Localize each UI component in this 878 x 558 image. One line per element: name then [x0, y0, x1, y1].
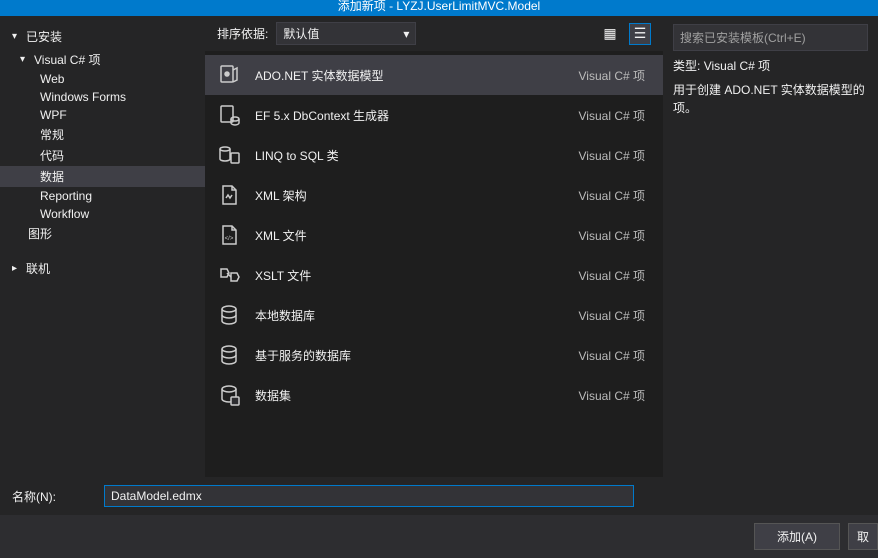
template-language: Visual C# 项	[579, 267, 651, 284]
db-icon	[217, 343, 241, 367]
grid-icon: ▦	[603, 25, 616, 42]
name-input[interactable]	[104, 485, 634, 507]
category-label: 图形	[28, 225, 52, 242]
button-bar: 添加(A) 取	[0, 515, 878, 558]
template-item[interactable]: 基于服务的数据库 Visual C# 项	[205, 335, 663, 375]
template-list: ADO.NET 实体数据模型Visual C# 项EF 5.x DbContex…	[205, 51, 663, 477]
chevron-right-icon: ▸	[12, 263, 22, 274]
xslt-icon	[217, 263, 241, 287]
template-language: Visual C# 项	[579, 107, 651, 124]
chevron-down-icon: ▾	[403, 27, 409, 41]
tree-item[interactable]: 常规	[0, 124, 205, 145]
tree-item[interactable]: 数据	[0, 166, 205, 187]
tree-online[interactable]: ▸ 联机	[0, 256, 205, 281]
dbcontext-icon	[217, 103, 241, 127]
list-icon: ☰	[634, 25, 647, 42]
tree-graphics[interactable]: 图形	[0, 223, 205, 244]
chevron-down-icon: ▾	[20, 54, 30, 65]
linq-icon	[217, 143, 241, 167]
template-name: 数据集	[255, 387, 565, 404]
tree-item[interactable]: Windows Forms	[0, 88, 205, 106]
xml-icon: </>	[217, 223, 241, 247]
type-value: Visual C# 项	[704, 59, 770, 73]
template-item[interactable]: ADO.NET 实体数据模型 Visual C# 项	[205, 55, 663, 95]
tree-item-label: Reporting	[40, 189, 92, 203]
tree-item-label: WPF	[40, 108, 67, 122]
svg-text:</>: </>	[225, 236, 234, 242]
tree-item[interactable]: Reporting	[0, 187, 205, 205]
template-name: XML 架构	[255, 187, 565, 204]
template-panel: 排序依据: 默认值 ▾ ▦ ☰ ADO.NET 实体数据模型 Visual C# …	[205, 16, 663, 477]
tree-visual-csharp[interactable]: ▾ Visual C# 项	[0, 49, 205, 70]
tree-item-label: 常规	[40, 126, 64, 143]
tree-item[interactable]: Workflow	[0, 205, 205, 223]
tree-item-label: Windows Forms	[40, 90, 126, 104]
template-language: Visual C# 项	[579, 387, 651, 404]
entity-icon	[217, 63, 241, 87]
template-language: Visual C# 项	[579, 147, 651, 164]
dataset-icon	[217, 383, 241, 407]
template-item[interactable]: XSLT 文件 Visual C# 项	[205, 255, 663, 295]
template-name: LINQ to SQL 类	[255, 147, 565, 164]
category-label: Visual C# 项	[34, 51, 100, 68]
name-row: 名称(N):	[0, 477, 878, 515]
window-title: 添加新项 - LYZJ.UserLimitMVC.Model	[338, 0, 540, 13]
sort-dropdown[interactable]: 默认值 ▾	[276, 22, 416, 45]
template-name: XML 文件	[255, 227, 565, 244]
add-button[interactable]: 添加(A)	[754, 523, 840, 550]
xsd-icon	[217, 183, 241, 207]
sort-label: 排序依据:	[217, 25, 268, 42]
tree-item-label: Web	[40, 72, 64, 86]
template-language: Visual C# 项	[579, 307, 651, 324]
template-item[interactable]: 数据集 Visual C# 项	[205, 375, 663, 415]
template-language: Visual C# 项	[579, 227, 651, 244]
online-label: 联机	[26, 260, 50, 277]
template-item[interactable]: </> XML 文件 Visual C# 项	[205, 215, 663, 255]
view-list-button[interactable]: ☰	[629, 23, 651, 45]
template-language: Visual C# 项	[579, 347, 651, 364]
tree-item[interactable]: 代码	[0, 145, 205, 166]
sort-value: 默认值	[283, 25, 319, 42]
template-item[interactable]: LINQ to SQL 类 Visual C# 项	[205, 135, 663, 175]
template-language: Visual C# 项	[579, 67, 651, 84]
template-name: 基于服务的数据库	[255, 347, 565, 364]
tree-installed[interactable]: ▾ 已安装	[0, 24, 205, 49]
type-row: 类型: Visual C# 项	[673, 57, 868, 75]
tree-item[interactable]: Web	[0, 70, 205, 88]
template-name: XSLT 文件	[255, 267, 565, 284]
details-panel: 搜索已安装模板(Ctrl+E) 类型: Visual C# 项 用于创建 ADO…	[663, 16, 878, 477]
tree-item-label: Workflow	[40, 207, 89, 221]
search-placeholder: 搜索已安装模板(Ctrl+E)	[680, 31, 806, 45]
tree-item[interactable]: WPF	[0, 106, 205, 124]
chevron-down-icon: ▾	[12, 31, 22, 42]
template-item[interactable]: EF 5.x DbContext 生成器 Visual C# 项	[205, 95, 663, 135]
category-tree: ▾ 已安装 ▾ Visual C# 项 Web Windows Forms WPF 常…	[0, 16, 205, 477]
installed-label: 已安装	[26, 28, 62, 45]
template-language: Visual C# 项	[579, 187, 651, 204]
cancel-button[interactable]: 取	[848, 523, 878, 550]
template-item[interactable]: XML 架构 Visual C# 项	[205, 175, 663, 215]
template-item[interactable]: 本地数据库 Visual C# 项	[205, 295, 663, 335]
name-label: 名称(N):	[12, 488, 92, 505]
template-name: EF 5.x DbContext 生成器	[255, 107, 565, 124]
view-tiles-button[interactable]: ▦	[599, 23, 621, 45]
db-icon	[217, 303, 241, 327]
search-input[interactable]: 搜索已安装模板(Ctrl+E)	[673, 24, 868, 51]
description: 用于创建 ADO.NET 实体数据模型的项。	[673, 81, 868, 117]
type-label: 类型:	[673, 59, 700, 73]
tree-item-label: 代码	[40, 147, 64, 164]
tree-item-label: 数据	[40, 168, 64, 185]
template-name: 本地数据库	[255, 307, 565, 324]
template-name: ADO.NET 实体数据模型	[255, 67, 565, 84]
window-titlebar: 添加新项 - LYZJ.UserLimitMVC.Model	[0, 0, 878, 16]
toolbar: 排序依据: 默认值 ▾ ▦ ☰	[205, 16, 663, 51]
